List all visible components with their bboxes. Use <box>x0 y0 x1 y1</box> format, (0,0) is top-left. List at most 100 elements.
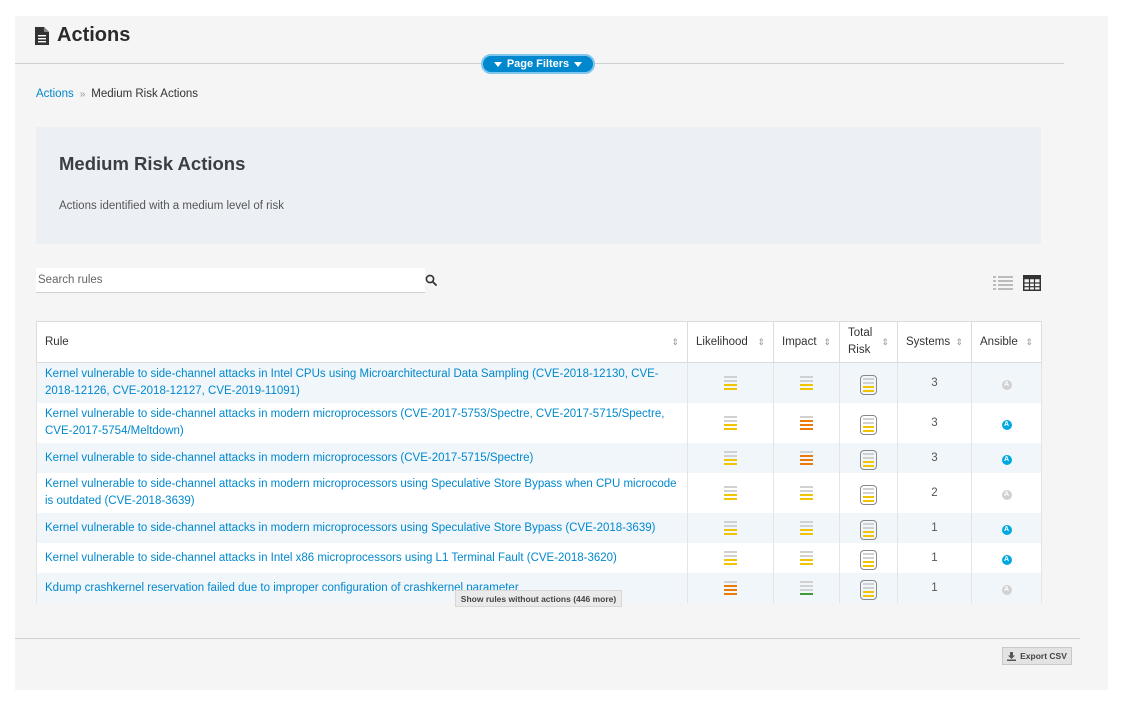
table-row[interactable]: Kernel vulnerable to side-channel attack… <box>36 543 1042 573</box>
export-csv-button[interactable]: Export CSV <box>1002 647 1072 665</box>
table-header-row: Rule ⇕ Likelihood ⇕ Impact ⇕ Total Risk ⇕ Sys… <box>36 321 1042 363</box>
ansible-status: A <box>971 362 1042 403</box>
column-header-total-risk[interactable]: Total Risk ⇕ <box>839 321 898 363</box>
sort-icon: ⇕ <box>823 336 831 347</box>
ansible-supported-icon: A <box>1001 524 1012 535</box>
impact-bars-icon <box>800 416 813 430</box>
impact-bars-icon <box>800 376 813 390</box>
likelihood-indicator <box>687 473 774 513</box>
column-header-systems[interactable]: Systems ⇕ <box>897 321 972 363</box>
total-risk-icon <box>860 450 877 470</box>
caret-down-icon <box>574 61 583 67</box>
likelihood-indicator <box>687 362 774 403</box>
page-title: Actions <box>57 24 131 46</box>
ansible-status: A <box>971 443 1042 473</box>
likelihood-indicator <box>687 403 774 443</box>
ansible-status: A <box>971 513 1042 543</box>
table-row[interactable]: Kernel vulnerable to side-channel attack… <box>36 513 1042 543</box>
impact-bars-icon <box>800 551 813 565</box>
likelihood-bars-icon <box>724 376 737 390</box>
rules-table-wrapper: Rule ⇕ Likelihood ⇕ Impact ⇕ Total Risk ⇕ Sys… <box>36 321 1042 603</box>
card-title: Medium Risk Actions <box>59 153 246 174</box>
page-filters-button[interactable]: Page Filters <box>481 54 595 74</box>
systems-count: 3 <box>897 443 972 473</box>
systems-count: 1 <box>897 543 972 573</box>
column-header-rule[interactable]: Rule ⇕ <box>36 321 688 363</box>
likelihood-bars-icon <box>724 451 737 465</box>
likelihood-indicator <box>687 443 774 473</box>
likelihood-bars-icon <box>724 581 737 595</box>
systems-count: 3 <box>897 403 972 443</box>
card-description: Actions identified with a medium level o… <box>59 200 284 212</box>
impact-indicator <box>773 473 840 513</box>
total-risk-indicator <box>839 513 898 543</box>
total-risk-icon <box>860 550 877 570</box>
page-filters-label: Page Filters <box>506 58 570 70</box>
ansible-status: A <box>971 543 1042 573</box>
likelihood-indicator <box>687 573 774 603</box>
download-icon <box>1007 651 1017 661</box>
likelihood-bars-icon <box>724 486 737 500</box>
impact-indicator <box>773 573 840 603</box>
column-header-impact[interactable]: Impact ⇕ <box>773 321 840 363</box>
rule-link[interactable]: Kernel vulnerable to side-channel attack… <box>36 473 688 513</box>
breadcrumb-actions-link[interactable]: Actions <box>36 88 74 100</box>
column-header-ansible[interactable]: Ansible ⇕ <box>971 321 1042 363</box>
search-icon[interactable] <box>425 274 437 286</box>
caret-down-icon <box>493 61 502 67</box>
ansible-status: A <box>971 573 1042 603</box>
breadcrumb-current: Medium Risk Actions <box>91 88 199 100</box>
impact-bars-icon <box>800 486 813 500</box>
breadcrumb-separator: » <box>79 88 86 100</box>
table-row[interactable]: Kernel vulnerable to side-channel attack… <box>36 362 1042 403</box>
ansible-status: A <box>971 403 1042 443</box>
total-risk-indicator <box>839 573 898 603</box>
sort-icon: ⇕ <box>757 336 765 347</box>
impact-indicator <box>773 403 840 443</box>
likelihood-bars-icon <box>724 416 737 430</box>
total-risk-icon <box>860 375 877 395</box>
rule-link[interactable]: Kernel vulnerable to side-channel attack… <box>36 543 688 573</box>
impact-bars-icon <box>800 451 813 465</box>
systems-count: 1 <box>897 513 972 543</box>
total-risk-indicator <box>839 443 898 473</box>
rule-link[interactable]: Kernel vulnerable to side-channel attack… <box>36 443 688 473</box>
sort-icon: ⇕ <box>881 336 889 347</box>
rule-link[interactable]: Kernel vulnerable to side-channel attack… <box>36 513 688 543</box>
ansible-supported-icon: A <box>1001 419 1012 430</box>
systems-count: 3 <box>897 362 972 403</box>
breadcrumb: Actions » Medium Risk Actions <box>36 88 198 100</box>
column-header-likelihood[interactable]: Likelihood ⇕ <box>687 321 774 363</box>
ansible-unsupported-icon: A <box>1001 489 1012 500</box>
search-input[interactable] <box>36 268 400 292</box>
ansible-unsupported-icon: A <box>1001 584 1012 595</box>
footer-divider <box>15 638 1080 639</box>
likelihood-indicator <box>687 543 774 573</box>
rule-link[interactable]: Kernel vulnerable to side-channel attack… <box>36 403 688 443</box>
table-view-icon[interactable] <box>1023 275 1041 291</box>
systems-count: 1 <box>897 573 972 603</box>
ansible-unsupported-icon: A <box>1001 379 1012 390</box>
table-row[interactable]: Kernel vulnerable to side-channel attack… <box>36 473 1042 513</box>
show-rules-without-actions-button[interactable]: Show rules without actions (446 more) <box>455 590 622 607</box>
table-row[interactable]: Kernel vulnerable to side-channel attack… <box>36 443 1042 473</box>
total-risk-icon <box>860 580 877 600</box>
systems-count: 2 <box>897 473 972 513</box>
sort-icon: ⇕ <box>671 336 679 347</box>
sort-icon: ⇕ <box>955 336 963 347</box>
impact-bars-icon <box>800 581 813 595</box>
ansible-status: A <box>971 473 1042 513</box>
table-row[interactable]: Kernel vulnerable to side-channel attack… <box>36 403 1042 443</box>
total-risk-indicator <box>839 473 898 513</box>
page-header: Actions <box>35 24 130 47</box>
list-view-icon[interactable] <box>993 275 1013 291</box>
total-risk-icon <box>860 485 877 505</box>
total-risk-indicator <box>839 543 898 573</box>
rules-table-body: Kernel vulnerable to side-channel attack… <box>36 362 1042 603</box>
likelihood-bars-icon <box>724 551 737 565</box>
rule-link[interactable]: Kernel vulnerable to side-channel attack… <box>36 362 688 403</box>
rules-table: Rule ⇕ Likelihood ⇕ Impact ⇕ Total Risk ⇕ Sys… <box>36 321 1042 603</box>
total-risk-indicator <box>839 362 898 403</box>
ansible-supported-icon: A <box>1001 454 1012 465</box>
sort-icon: ⇕ <box>1025 336 1033 347</box>
